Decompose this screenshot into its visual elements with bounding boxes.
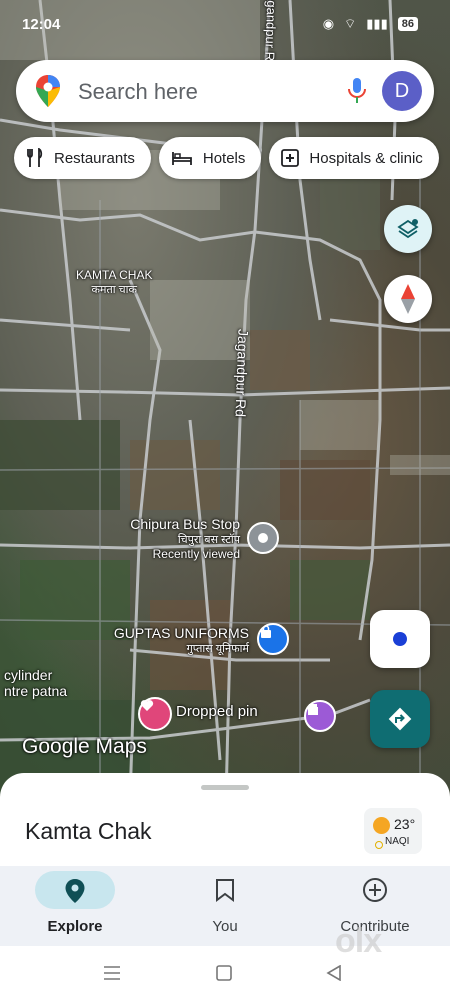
bag-icon [261, 625, 271, 638]
weather-chip[interactable]: 23° NAQI [364, 808, 422, 854]
locality-label: KAMTA CHAK कमता चाक [76, 268, 153, 296]
back-icon[interactable] [326, 965, 342, 981]
recents-icon[interactable] [104, 966, 120, 980]
road-label: Jagandpur Rd [232, 328, 252, 418]
nav-label: You [212, 918, 238, 935]
recent-place-marker[interactable] [247, 522, 279, 554]
layers-icon [397, 219, 419, 239]
location-status-icon: ◉ [322, 16, 335, 31]
dropped-pin-marker[interactable] [138, 697, 172, 731]
home-icon[interactable] [216, 965, 232, 981]
chip-hospitals[interactable]: Hospitals & clinic [269, 137, 439, 179]
heart-icon [140, 700, 154, 711]
signal-icon: ▮▮▮ [366, 16, 388, 31]
search-input[interactable]: Search here [78, 79, 198, 105]
place-title: Kamta Chak [25, 818, 152, 844]
system-navigation-bar [0, 946, 450, 1000]
my-location-icon [393, 632, 407, 646]
account-avatar[interactable]: D [382, 71, 422, 111]
olx-watermark-icon: olx [335, 922, 382, 960]
aqi-dot-icon [375, 841, 383, 849]
compass-button[interactable] [384, 275, 432, 323]
bus-stop-label[interactable]: Chipura Bus Stop चिपुरा बस स्टॉप Recentl… [120, 516, 240, 561]
dropped-pin-label[interactable]: Dropped pin [176, 703, 258, 720]
status-time: 12:04 [22, 16, 61, 33]
maps-logo-icon [36, 75, 60, 107]
chip-label: Restaurants [54, 149, 135, 167]
explore-pin-icon [65, 879, 85, 903]
battery-indicator: 86 [397, 17, 418, 31]
microphone-icon[interactable] [346, 77, 368, 105]
weather-temperature: 23° [394, 816, 416, 832]
add-circle-icon [363, 878, 387, 902]
category-chips: Restaurants Hotels Hospitals & clinic [14, 137, 439, 179]
nav-you[interactable]: You [150, 866, 300, 946]
bottom-navigation: Explore You Contribute [0, 866, 450, 946]
store-icon [308, 704, 318, 715]
chip-label: Hotels [202, 149, 246, 167]
directions-icon [388, 707, 412, 731]
chip-hotels[interactable]: Hotels [158, 137, 262, 179]
sun-icon [373, 817, 390, 834]
bookmark-icon [216, 879, 234, 902]
aqi-label: NAQI [385, 836, 410, 847]
nav-label: Explore [47, 918, 103, 935]
wifi-icon: ⌔ [344, 16, 357, 31]
uniforms-label[interactable]: GUPTAS UNIFORMS गुप्तास यूनिफार्म [106, 625, 249, 656]
chip-label: Hospitals & clinic [309, 149, 423, 167]
chip-restaurants[interactable]: Restaurants [14, 137, 151, 179]
shopping-bag-marker[interactable] [257, 623, 289, 655]
layers-button[interactable] [384, 205, 432, 253]
nav-explore[interactable]: Explore [0, 866, 150, 946]
store-marker[interactable] [304, 700, 336, 732]
bed-icon [171, 152, 192, 165]
hospital-cross-icon [281, 149, 300, 167]
my-location-button[interactable] [370, 610, 430, 668]
sheet-drag-handle[interactable] [201, 785, 249, 790]
cylinder-label[interactable]: cylinder ntre patna [4, 667, 67, 699]
fork-knife-icon [27, 148, 43, 167]
status-bar: 12:04 ◉ ⌔ ▮▮▮ 86 [0, 0, 450, 50]
compass-icon [401, 284, 415, 314]
directions-button[interactable] [370, 690, 430, 748]
search-bar[interactable]: Search here D [16, 60, 434, 122]
google-maps-watermark: Google Maps [22, 735, 147, 758]
